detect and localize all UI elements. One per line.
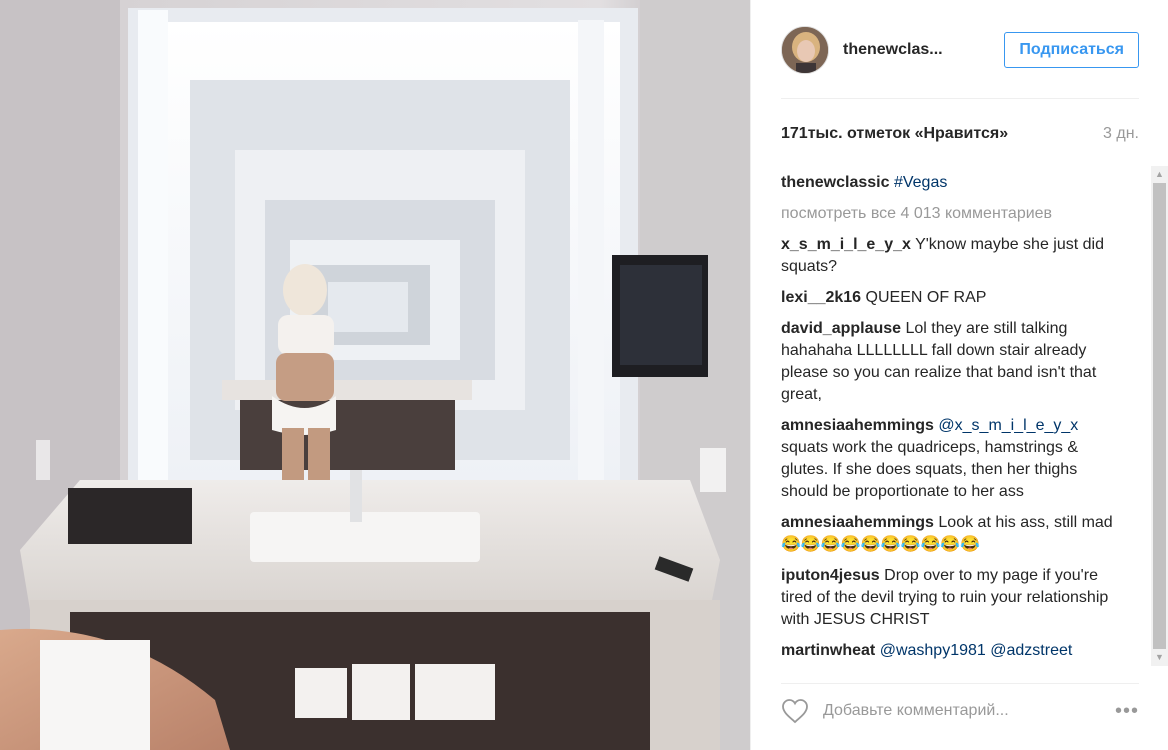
caption-username[interactable]: thenewclassic [781, 174, 890, 191]
more-icon[interactable]: ••• [1115, 700, 1139, 723]
post-header: thenewclas... Подписаться [781, 24, 1139, 76]
hashtag-link[interactable]: #Vegas [894, 174, 947, 191]
comment-username[interactable]: martinwheat [781, 642, 875, 659]
list-item: martinwheat @washpy1981 @adzstreet [781, 640, 1121, 662]
list-item: david_applause Lol they are still talkin… [781, 318, 1121, 406]
caption: thenewclassic #Vegas [781, 172, 1121, 194]
mention-link[interactable]: @washpy1981 [880, 642, 986, 659]
instagram-post: thenewclas... Подписаться 171тыс. отмето… [0, 0, 1168, 750]
comment-username[interactable]: amnesiaahemmings [781, 417, 934, 434]
post-photo[interactable] [0, 0, 750, 750]
heart-icon[interactable] [781, 698, 809, 724]
scroll-up-arrow-icon[interactable]: ▲ [1151, 166, 1168, 183]
comment-text: QUEEN OF RAP [865, 289, 987, 306]
comment-username[interactable]: lexi__2k16 [781, 289, 861, 306]
comments-scrollbar[interactable]: ▲ ▼ [1151, 166, 1168, 666]
post-time[interactable]: 3 дн. [1103, 125, 1139, 143]
comment-username[interactable]: amnesiaahemmings [781, 514, 934, 531]
mention-link[interactable]: @x_s_m_i_l_e_y_x [938, 417, 1078, 434]
bathroom-mirror-photo [0, 0, 750, 750]
list-item: iputon4jesus Drop over to my page if you… [781, 565, 1121, 631]
likes-row: 171тыс. отметок «Нравится» 3 дн. [781, 125, 1139, 143]
scroll-down-arrow-icon[interactable]: ▼ [1151, 649, 1168, 666]
likes-count[interactable]: 171тыс. отметок «Нравится» [781, 125, 1008, 143]
comments-list[interactable]: thenewclassic #Vegas посмотреть все 4 01… [781, 172, 1121, 666]
list-item: x_s_m_i_l_e_y_x Y'know maybe she just di… [781, 234, 1121, 278]
avatar[interactable] [781, 26, 829, 74]
divider [781, 683, 1139, 684]
profile-photo [782, 27, 828, 73]
post-sidebar: thenewclas... Подписаться 171тыс. отмето… [750, 0, 1168, 750]
list-item: amnesiaahemmings @x_s_m_i_l_e_y_x squats… [781, 415, 1121, 503]
comment-username[interactable]: x_s_m_i_l_e_y_x [781, 236, 911, 253]
follow-button[interactable]: Подписаться [1004, 32, 1139, 68]
comment-input[interactable] [823, 702, 1109, 720]
divider [781, 98, 1139, 99]
mention-link[interactable]: @adzstreet [990, 642, 1072, 659]
view-all-comments-link[interactable]: посмотреть все 4 013 комментариев [781, 203, 1121, 225]
username-link[interactable]: thenewclas... [843, 41, 943, 59]
comment-username[interactable]: iputon4jesus [781, 567, 880, 584]
comment-username[interactable]: david_applause [781, 320, 901, 337]
list-item: lexi__2k16 QUEEN OF RAP [781, 287, 1121, 309]
list-item: amnesiaahemmings Look at his ass, still … [781, 512, 1121, 556]
scroll-thumb[interactable] [1153, 183, 1166, 649]
comment-form: ••• [781, 694, 1139, 728]
comment-text: squats work the quadriceps, hamstrings &… [781, 439, 1079, 500]
